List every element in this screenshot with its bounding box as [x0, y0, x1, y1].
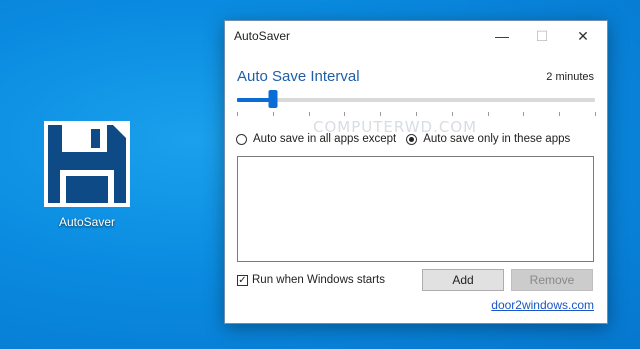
- maximize-button[interactable]: ☐: [522, 21, 562, 51]
- slider-tick: [308, 112, 310, 116]
- radio-label: Auto save only in these apps: [423, 133, 571, 145]
- radio-only-these-apps[interactable]: Auto save only in these apps: [406, 133, 570, 145]
- interval-slider[interactable]: [237, 89, 596, 117]
- slider-tick: [487, 112, 489, 116]
- interval-value: 2 minutes: [546, 71, 594, 83]
- slider-tick: [344, 112, 346, 116]
- checkbox-icon: ✓: [237, 274, 248, 286]
- slider-ticks: [237, 112, 596, 116]
- minimize-button[interactable]: —: [482, 21, 522, 51]
- window-title: AutoSaver: [234, 29, 291, 43]
- run-on-startup-checkbox[interactable]: ✓ Run when Windows starts: [237, 274, 385, 286]
- close-button[interactable]: ✕: [563, 21, 603, 51]
- slider-tick: [595, 112, 596, 116]
- add-button[interactable]: Add: [422, 269, 504, 291]
- slider-thumb[interactable]: [268, 90, 278, 108]
- app-list-box[interactable]: [237, 156, 594, 262]
- slider-tick: [272, 112, 274, 116]
- checkbox-label: Run when Windows starts: [252, 274, 385, 286]
- slider-tick: [559, 112, 561, 116]
- slider-tick: [416, 112, 417, 116]
- slider-tick: [380, 112, 382, 116]
- radio-button-icon: [236, 133, 247, 145]
- autosaver-window: AutoSaver — ☐ ✕ Auto Save Interval 2 min…: [224, 20, 608, 324]
- desktop-icon-label: AutoSaver: [58, 215, 116, 229]
- mode-radio-group: Auto save in all apps except Auto save o…: [236, 133, 580, 145]
- radio-label: Auto save in all apps except: [253, 133, 397, 145]
- remove-button[interactable]: Remove: [511, 269, 593, 291]
- slider-tick: [451, 112, 453, 116]
- interval-heading: Auto Save Interval: [237, 68, 360, 85]
- slider-tick: [237, 112, 238, 116]
- radio-button-icon: [406, 133, 418, 145]
- website-link[interactable]: door2windows.com: [491, 298, 594, 312]
- title-bar[interactable]: AutoSaver — ☐ ✕: [225, 21, 607, 51]
- slider-tick: [523, 112, 525, 116]
- desktop-shortcut-autosaver[interactable]: AutoSaver: [40, 118, 134, 229]
- slider-track: [237, 98, 595, 102]
- radio-all-apps-except[interactable]: Auto save in all apps except: [236, 133, 396, 145]
- floppy-disk-icon: [44, 121, 130, 207]
